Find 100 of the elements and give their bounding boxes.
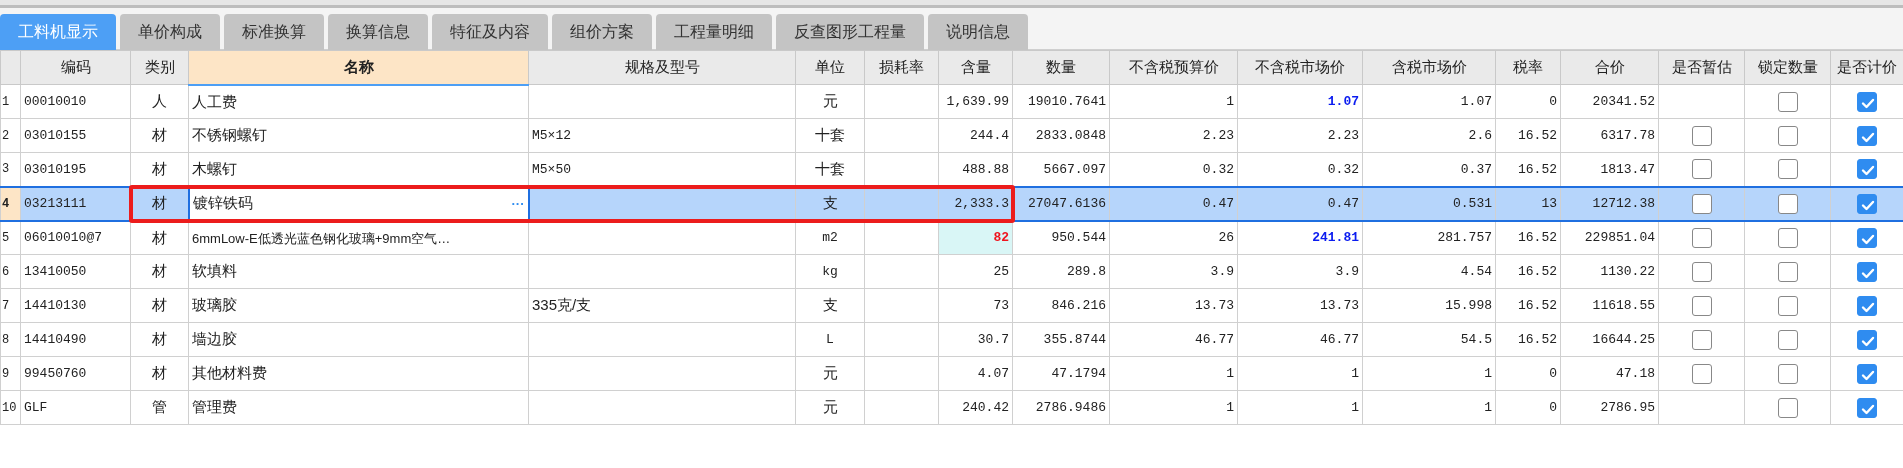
cell-text: 30.7 xyxy=(977,331,1009,347)
checkbox[interactable] xyxy=(1777,193,1798,214)
tab[interactable]: 说明信息 xyxy=(928,14,1028,50)
cell-text: 4.54 xyxy=(1460,263,1492,279)
tab[interactable]: 组价方案 xyxy=(552,14,652,50)
cell-text: 240.42 xyxy=(962,399,1009,415)
cell-text: 支 xyxy=(822,194,838,212)
checkbox[interactable] xyxy=(1691,363,1712,384)
checkbox[interactable] xyxy=(1857,329,1877,350)
checkbox[interactable] xyxy=(1857,227,1877,248)
column-header[interactable]: 合价 xyxy=(1560,50,1659,85)
cell-text: M5×12 xyxy=(532,127,571,143)
cell-text: 4.07 xyxy=(977,365,1009,381)
row-number[interactable]: 4 xyxy=(0,186,21,221)
checkbox[interactable] xyxy=(1691,193,1712,214)
cell-text: 2786.95 xyxy=(1600,399,1655,415)
column-header[interactable]: 是否计价 xyxy=(1830,50,1903,85)
tab[interactable]: 工程量明细 xyxy=(656,14,772,50)
column-header[interactable]: 数量 xyxy=(1012,50,1110,85)
cell-text: 1 xyxy=(1226,365,1234,381)
column-header[interactable]: 是否暂估 xyxy=(1658,50,1745,85)
cell-text: 材 xyxy=(152,160,167,177)
checkbox[interactable] xyxy=(1777,363,1798,384)
cell-text: GLF xyxy=(24,399,48,415)
column-header[interactable]: 含税市场价 xyxy=(1362,50,1496,85)
cell-text: kg xyxy=(822,263,838,279)
row-number[interactable]: 1 xyxy=(0,84,21,119)
cell-text: 1 xyxy=(1351,365,1359,381)
cell-text: 241.81 xyxy=(1312,230,1359,245)
checkbox[interactable] xyxy=(1691,329,1712,350)
checkbox[interactable] xyxy=(1777,91,1798,112)
checkbox[interactable] xyxy=(1857,261,1877,282)
checkbox[interactable] xyxy=(1777,227,1798,248)
checkbox[interactable] xyxy=(1691,159,1712,180)
column-header[interactable]: 单位 xyxy=(795,50,865,85)
tab[interactable]: 单价构成 xyxy=(120,14,220,50)
tab[interactable]: 换算信息 xyxy=(328,14,428,50)
cell-text: 6317.78 xyxy=(1600,127,1655,143)
scrollbar[interactable] xyxy=(0,0,1903,8)
cell-text: 03213111 xyxy=(24,195,87,211)
cell-text: 0.32 xyxy=(1202,161,1234,177)
cell-text: 13.73 xyxy=(1195,297,1234,313)
column-header[interactable]: 名称 xyxy=(188,50,529,85)
checkbox[interactable] xyxy=(1691,125,1712,146)
checkbox[interactable] xyxy=(1777,159,1798,180)
cell-text: 不锈钢螺钉 xyxy=(192,126,267,144)
checkbox[interactable] xyxy=(1857,159,1877,180)
more-button[interactable]: ··· xyxy=(511,193,525,214)
column-header[interactable]: 税率 xyxy=(1495,50,1561,85)
row-number[interactable]: 9 xyxy=(0,356,21,391)
tab[interactable]: 标准换算 xyxy=(224,14,324,50)
checkbox[interactable] xyxy=(1777,261,1798,282)
cell-text: 其他材料费 xyxy=(192,364,267,382)
column-header[interactable]: 不含税市场价 xyxy=(1237,50,1363,85)
checkbox[interactable] xyxy=(1857,125,1877,146)
checkbox[interactable] xyxy=(1857,193,1877,214)
column-header[interactable]: 不含税预算价 xyxy=(1109,50,1238,85)
row-number[interactable]: 8 xyxy=(0,322,21,357)
column-header[interactable]: 含量 xyxy=(938,50,1013,85)
row-number[interactable]: 10 xyxy=(0,390,21,425)
checkbox[interactable] xyxy=(1777,295,1798,316)
checkbox[interactable] xyxy=(1691,295,1712,316)
row-number[interactable]: 2 xyxy=(0,118,21,153)
checkbox[interactable] xyxy=(1857,363,1877,384)
checkbox[interactable] xyxy=(1857,397,1877,418)
cell-text: 16.52 xyxy=(1518,331,1557,347)
tab[interactable]: 特征及内容 xyxy=(432,14,548,50)
column-header[interactable]: 锁定数量 xyxy=(1744,50,1831,85)
cell-text: 289.8 xyxy=(1067,263,1106,279)
cell-text: 软填料 xyxy=(192,262,237,280)
cell-text: 13410050 xyxy=(24,263,87,279)
tab[interactable]: 反查图形工程量 xyxy=(776,14,924,50)
checkbox[interactable] xyxy=(1857,295,1877,316)
cell-text: 15.998 xyxy=(1445,297,1492,313)
cell-text: m2 xyxy=(822,230,838,245)
checkbox[interactable] xyxy=(1777,397,1798,418)
checkbox[interactable] xyxy=(1777,329,1798,350)
row-number[interactable]: 5 xyxy=(0,220,21,255)
cell-text: 846.216 xyxy=(1051,297,1106,313)
column-header[interactable]: 类别 xyxy=(130,50,189,85)
checkbox[interactable] xyxy=(1777,125,1798,146)
cell-text: 玻璃胶 xyxy=(192,296,237,314)
cell-text: 25 xyxy=(993,263,1009,279)
cell-text: 27047.6136 xyxy=(1028,195,1106,211)
cell-text: 00010010 xyxy=(24,93,87,109)
name-input[interactable]: 镀锌铁码 xyxy=(192,192,253,215)
row-number[interactable]: 7 xyxy=(0,288,21,323)
row-number[interactable]: 6 xyxy=(0,254,21,289)
cell-text: 46.77 xyxy=(1195,331,1234,347)
column-header[interactable]: 损耗率 xyxy=(864,50,939,85)
column-header[interactable]: 规格及型号 xyxy=(528,50,796,85)
cell-text: 2.6 xyxy=(1468,127,1492,143)
checkbox[interactable] xyxy=(1691,261,1712,282)
cell-text: 材 xyxy=(151,194,167,212)
cell-text: 1 xyxy=(1484,399,1492,415)
checkbox[interactable] xyxy=(1691,227,1712,248)
checkbox[interactable] xyxy=(1857,91,1877,112)
column-header[interactable]: 编码 xyxy=(20,50,131,85)
cell-text: 281.757 xyxy=(1437,230,1492,245)
cell-text: 12712.38 xyxy=(1592,195,1655,211)
